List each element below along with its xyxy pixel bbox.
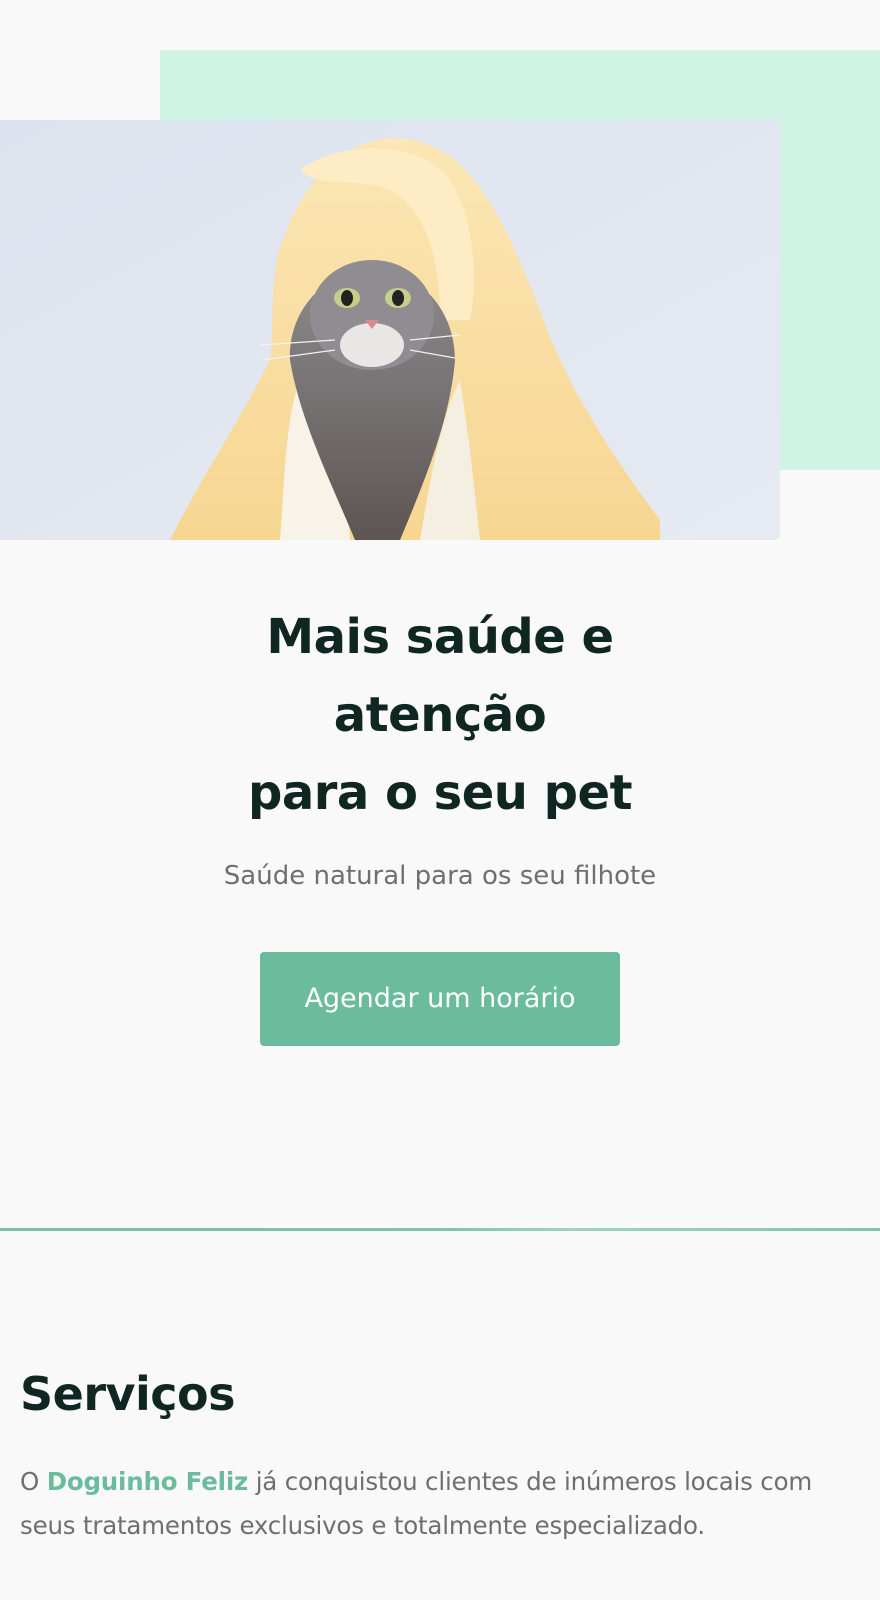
cat-in-towel-illustration <box>0 120 780 540</box>
section-divider <box>0 1228 880 1231</box>
schedule-appointment-button[interactable]: Agendar um horário <box>260 952 620 1046</box>
hero-cat-image <box>0 120 780 540</box>
brand-name: Doguinho Feliz <box>46 1467 249 1496</box>
services-title: Serviços <box>20 1367 236 1421</box>
hero-title: Mais saúde e atenção para o seu pet <box>100 598 780 832</box>
services-intro-prefix: O <box>20 1467 40 1496</box>
services-description: O Doguinho Feliz já conquistou clientes … <box>20 1460 870 1548</box>
hero-subtitle: Saúde natural para os seu filhote <box>223 861 657 891</box>
hero-title-line-3: para o seu pet <box>247 765 633 821</box>
hero-title-line-2: atenção <box>333 687 547 743</box>
hero-title-line-1: Mais saúde e <box>266 609 614 665</box>
